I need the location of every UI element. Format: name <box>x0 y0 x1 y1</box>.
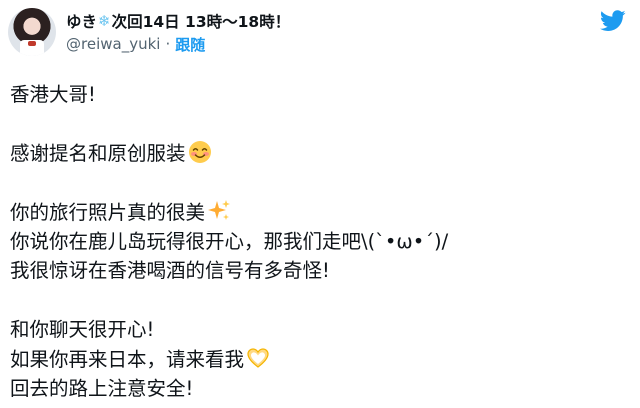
display-name-part2: 次回14日 13時～18時！ <box>111 13 291 31</box>
tweet-line: 回去的路上注意安全! <box>10 374 630 403</box>
tweet-line: 感谢提名和原创服装 <box>10 139 630 168</box>
separator-dot: · <box>165 35 171 53</box>
tweet-line: 如果你再来日本，请来看我 <box>10 345 630 374</box>
tweet-card: ゆき ❄ 次回14日 13時～18時！ @reiwa_yuki · 跟随 香港大… <box>0 0 640 408</box>
tweet-line: 你说你在鹿儿岛玩得很开心，那我们走吧\(ˋ•ω•ˊ)/ <box>10 227 630 256</box>
line-text: 如果你再来日本，请来看我 <box>10 347 245 371</box>
line-text: 回去的路上注意安全! <box>10 376 194 400</box>
display-name-part1: ゆき <box>66 13 98 31</box>
tweet-line: 和你聊天很开心! <box>10 315 630 344</box>
tweet-body: 香港大哥! 感谢提名和原创服装 你的旅行照片真的很美 你说你在鹿儿岛玩得很开心，… <box>10 80 630 403</box>
avatar-bow <box>28 41 36 46</box>
display-name[interactable]: ゆき ❄ 次回14日 13時～18時！ <box>66 10 290 32</box>
snowflake-icon: ❄ <box>98 12 111 30</box>
handle-row: @reiwa_yuki · 跟随 <box>66 34 205 54</box>
tweet-line: 香港大哥! <box>10 80 630 109</box>
line-text: 和你聊天很开心! <box>10 318 155 342</box>
line-text: 你的旅行照片真的很美 <box>10 200 206 224</box>
tweet-line: 你的旅行照片真的很美 <box>10 198 630 227</box>
line-text: 我很惊讶在香港喝酒的信号有多奇怪! <box>10 259 330 283</box>
user-handle[interactable]: @reiwa_yuki <box>66 35 160 53</box>
avatar[interactable] <box>8 8 56 56</box>
line-text: 香港大哥! <box>10 83 96 106</box>
line-text: 感谢提名和原创服装 <box>10 141 186 165</box>
smiling-blush-emoji <box>188 140 211 163</box>
sparkles-emoji <box>208 199 231 220</box>
heart-hands-emoji <box>247 347 269 368</box>
line-text: 你说你在鹿儿岛玩得很开心，那我们走吧\(ˋ•ω•ˊ)/ <box>10 229 449 253</box>
follow-button[interactable]: 跟随 <box>175 34 205 55</box>
tweet-line: 我很惊讶在香港喝酒的信号有多奇怪! <box>10 256 630 285</box>
twitter-bird-icon[interactable] <box>600 10 626 32</box>
